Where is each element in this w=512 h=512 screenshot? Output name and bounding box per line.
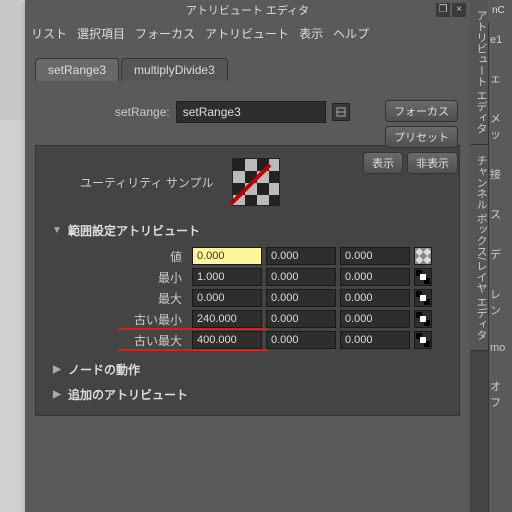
truncated-label: 接: [488, 154, 512, 194]
menu-focus[interactable]: フォーカス: [135, 25, 195, 42]
utility-sample-label: ユーティリティ サンプル: [80, 174, 214, 191]
hide-button[interactable]: 非表示: [407, 152, 458, 174]
node-name-input[interactable]: [176, 101, 326, 123]
viewport-edge: [0, 0, 25, 120]
section-extra-attributes[interactable]: ▶ 追加のアトリビュート: [52, 382, 443, 407]
section-range-attributes[interactable]: ▼ 範囲設定アトリビュート: [52, 218, 443, 243]
attr-label: 古い最小: [58, 311, 188, 328]
attr-value-input[interactable]: [340, 310, 410, 328]
truncated-label: mo: [488, 330, 512, 366]
truncated-label: e1: [488, 22, 512, 58]
focus-button[interactable]: フォーカス: [385, 100, 458, 122]
truncated-label: オフ: [488, 366, 512, 422]
connection-marker-icon[interactable]: [414, 268, 432, 286]
attr-value-input[interactable]: [192, 310, 262, 328]
attr-label: 古い最大: [58, 332, 188, 349]
section-extra-attrs-title: 追加のアトリビュート: [68, 386, 188, 403]
attr-value-input[interactable]: [266, 247, 336, 265]
attr-value-input[interactable]: [192, 268, 262, 286]
connection-marker-icon[interactable]: [414, 289, 432, 307]
menu-help[interactable]: ヘルプ: [333, 25, 369, 42]
attr-value-input[interactable]: [266, 289, 336, 307]
truncated-panel: nC e1ェメッ接スデレンmoオフ: [488, 0, 512, 512]
attr-value-input[interactable]: [266, 310, 336, 328]
attr-row: 古い最小: [58, 310, 443, 328]
expand-arrow-icon: ▶: [52, 364, 62, 375]
attr-value-input[interactable]: [192, 331, 262, 349]
attribute-editor-window: アトリビュート エディタ ❐ × リスト 選択項目 フォーカス アトリビュート …: [25, 0, 470, 512]
connection-marker-icon[interactable]: [414, 310, 432, 328]
collapse-arrow-icon: ▼: [52, 225, 62, 236]
window-title: アトリビュート エディタ: [186, 5, 309, 17]
truncated-label: デ: [488, 234, 512, 274]
menu-attributes[interactable]: アトリビュート: [205, 25, 289, 42]
attr-row: 古い最大: [58, 331, 443, 349]
attr-row: 最大: [58, 289, 443, 307]
connection-marker-icon[interactable]: [414, 247, 432, 265]
section-node-behavior-title: ノードの動作: [68, 361, 140, 378]
truncated-label: ス: [488, 194, 512, 234]
window-close-icon[interactable]: ×: [452, 3, 466, 17]
attr-row: 値: [58, 247, 443, 265]
attr-value-input[interactable]: [340, 289, 410, 307]
attr-value-input[interactable]: [340, 247, 410, 265]
truncated-label: ェ: [488, 58, 512, 98]
truncated-panel-title: nC: [488, 0, 512, 22]
attr-value-input[interactable]: [266, 331, 336, 349]
section-node-behavior[interactable]: ▶ ノードの動作: [52, 357, 443, 382]
right-dock-tabs: アトリビュート エディタ チャンネル ボックス/レイヤ エディタ: [470, 0, 488, 512]
utility-sample-swatch[interactable]: [232, 158, 280, 206]
menubar: リスト 選択項目 フォーカス アトリビュート 表示 ヘルプ: [25, 22, 470, 44]
connection-marker-icon[interactable]: [414, 331, 432, 349]
section-range-title: 範囲設定アトリビュート: [68, 222, 200, 239]
truncated-label: メッ: [488, 98, 512, 154]
attr-value-input[interactable]: [266, 268, 336, 286]
attr-value-input[interactable]: [340, 268, 410, 286]
menu-list[interactable]: リスト: [31, 25, 67, 42]
attr-row: 最小: [58, 268, 443, 286]
attr-value-input[interactable]: [340, 331, 410, 349]
expand-arrow-icon: ▶: [52, 389, 62, 400]
menu-select[interactable]: 選択項目: [77, 25, 125, 42]
attr-label: 最小: [58, 269, 188, 286]
attr-value-input[interactable]: [192, 289, 262, 307]
menu-display[interactable]: 表示: [299, 25, 323, 42]
window-undock-icon[interactable]: ❐: [436, 3, 450, 17]
attr-label: 値: [58, 248, 188, 265]
tab-setrange3[interactable]: setRange3: [35, 58, 119, 81]
highlight-underline: [118, 349, 268, 351]
attr-label: 最大: [58, 290, 188, 307]
truncated-label: レン: [488, 274, 512, 330]
preset-button[interactable]: プリセット: [385, 126, 458, 148]
range-attribute-grid: 値最小最大古い最小古い最大: [58, 247, 443, 349]
side-buttons: フォーカス プリセット 表示 非表示: [363, 100, 458, 174]
attr-value-input[interactable]: [192, 247, 262, 265]
tab-multiplydivide3[interactable]: multiplyDivide3: [121, 58, 228, 81]
node-tabs: setRange3 multiplyDivide3: [35, 58, 460, 81]
node-name-label: setRange:: [115, 105, 170, 119]
node-options-icon[interactable]: [332, 103, 350, 121]
attributes-panel: ユーティリティ サンプル ▼ 範囲設定アトリビュート 値最小最大古い最小古い最大…: [35, 145, 460, 416]
window-titlebar: アトリビュート エディタ ❐ ×: [25, 0, 470, 22]
show-button[interactable]: 表示: [363, 152, 403, 174]
highlight-underline: [118, 328, 268, 330]
